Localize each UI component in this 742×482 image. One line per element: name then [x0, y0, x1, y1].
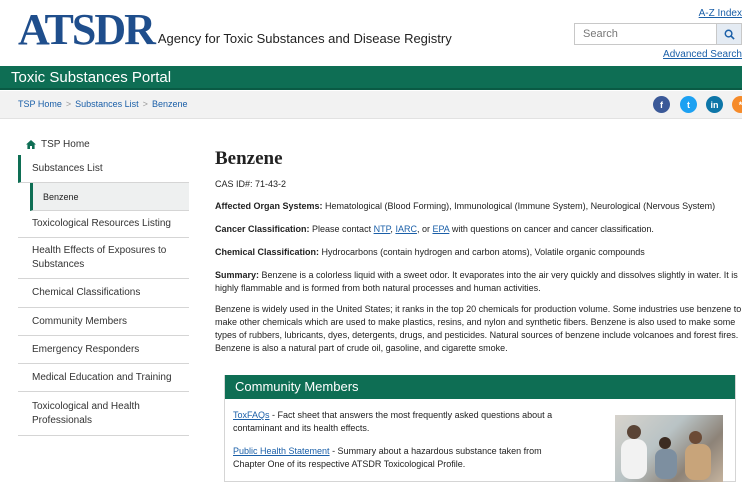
- card-title: Community Members: [225, 375, 735, 399]
- portal-title[interactable]: Toxic Substances Portal: [11, 69, 171, 86]
- photo-person: [685, 444, 711, 480]
- photo-person: [689, 431, 702, 444]
- page-title: Benzene: [215, 148, 283, 169]
- site-header: ATSDR Agency for Toxic Substances and Di…: [0, 0, 742, 66]
- sidebar-item-substances-list[interactable]: Substances List: [18, 155, 189, 183]
- breadcrumb: TSP Home > Substances List > Benzene: [18, 99, 187, 109]
- chem-label: Chemical Classification:: [215, 247, 320, 257]
- sidebar-home-label: TSP Home: [41, 138, 90, 150]
- toxfaqs-link[interactable]: ToxFAQs: [233, 410, 270, 420]
- cancer-classification: Cancer Classification: Please contact NT…: [215, 223, 742, 236]
- affected-text: Hematological (Blood Forming), Immunolog…: [322, 201, 716, 211]
- logo-text: Agency for Toxic Substances and Disease …: [157, 31, 452, 46]
- photo-person: [659, 437, 671, 449]
- cancer-text: with questions on cancer and cancer clas…: [449, 224, 654, 234]
- summary-text: Benzene is a colorless liquid with a swe…: [215, 270, 738, 293]
- cancer-label: Cancer Classification:: [215, 224, 310, 234]
- cancer-text: , or: [416, 224, 433, 234]
- sidebar-item-label: Toxicological and Health Professionals: [32, 400, 140, 426]
- photo-person: [655, 449, 677, 479]
- toxfaqs-text: - Fact sheet that answers the most frequ…: [233, 410, 553, 433]
- search-icon: [724, 29, 735, 40]
- summary: Summary: Benzene is a colorless liquid w…: [215, 269, 742, 295]
- chemical-classification: Chemical Classification: Hydrocarbons (c…: [215, 246, 742, 259]
- photo-person: [627, 425, 641, 439]
- sidebar-item-label: Benzene: [43, 191, 79, 202]
- portal-bar: Toxic Substances Portal: [0, 66, 742, 90]
- sidebar-item-health-effects[interactable]: Health Effects of Exposures to Substance…: [18, 238, 189, 279]
- sidebar-item-emergency-responders[interactable]: Emergency Responders: [18, 336, 189, 364]
- cancer-text: Please contact: [309, 224, 374, 234]
- sidebar-item-label: Health Effects of Exposures to Substance…: [32, 245, 167, 270]
- sidebar-item-label: Emergency Responders: [32, 343, 140, 355]
- atsdr-logo[interactable]: ATSDR Agency for Toxic Substances and Di…: [18, 8, 452, 52]
- sidebar-item-community-members[interactable]: Community Members: [18, 308, 189, 336]
- advanced-search-link[interactable]: Advanced Search: [663, 49, 742, 60]
- photo-person: [621, 439, 647, 479]
- sidebar-item-toxicological-resources[interactable]: Toxicological Resources Listing: [18, 211, 189, 238]
- sidebar-item-label: Community Members: [32, 315, 128, 327]
- breadcrumb-substances-list[interactable]: Substances List: [75, 99, 139, 109]
- public-health-statement-link[interactable]: Public Health Statement: [233, 446, 330, 456]
- twitter-icon[interactable]: t: [680, 96, 697, 113]
- breadcrumb-tsp-home[interactable]: TSP Home: [18, 99, 62, 109]
- breadcrumb-benzene[interactable]: Benzene: [152, 99, 188, 109]
- logo-mark: ATSDR: [18, 5, 156, 54]
- breadcrumb-separator: >: [65, 99, 72, 109]
- summary-label: Summary:: [215, 270, 260, 280]
- sidebar-item-label: Substances List: [32, 162, 103, 174]
- body-paragraph: Benzene is widely used in the United Sta…: [215, 304, 742, 353]
- affected-label: Affected Organ Systems:: [215, 201, 323, 211]
- iarc-link[interactable]: IARC: [395, 224, 417, 234]
- cas-id: CAS ID#: 71-43-2: [215, 179, 287, 189]
- affected-organ-systems: Affected Organ Systems: Hematological (B…: [215, 200, 742, 213]
- search-input[interactable]: Search: [574, 23, 717, 45]
- az-index-link[interactable]: A-Z Index: [699, 8, 742, 19]
- sidebar-item-label: Toxicological Resources Listing: [32, 218, 171, 229]
- linkedin-icon[interactable]: in: [706, 96, 723, 113]
- sidebar-item-chemical-classifications[interactable]: Chemical Classifications: [18, 279, 189, 308]
- sidebar-item-medical-education[interactable]: Medical Education and Training: [18, 364, 189, 392]
- phs-item: Public Health Statement - Summary about …: [233, 445, 573, 471]
- sidebar-item-label: Chemical Classifications: [32, 287, 141, 298]
- toxfaqs-item: ToxFAQs - Fact sheet that answers the mo…: [233, 409, 573, 435]
- main-content: Benzene CAS ID#: 71-43-2 Affected Organ …: [215, 140, 742, 355]
- sidebar-nav: TSP Home Substances List Benzene Toxicol…: [18, 127, 189, 436]
- syndicate-icon[interactable]: *: [732, 96, 742, 113]
- community-photo: [615, 415, 723, 482]
- facebook-icon[interactable]: f: [653, 96, 670, 113]
- breadcrumb-separator: >: [142, 99, 148, 109]
- sidebar-tsp-home[interactable]: TSP Home: [18, 127, 189, 153]
- sidebar-item-label: Medical Education and Training: [32, 371, 172, 383]
- search-button[interactable]: [717, 23, 742, 45]
- chem-text: Hydrocarbons (contain hydrogen and carbo…: [319, 247, 645, 257]
- sidebar-item-toxicological-health-professionals[interactable]: Toxicological and Health Professionals: [18, 392, 189, 436]
- breadcrumb-bar: TSP Home > Substances List > Benzene f t in …: [0, 91, 742, 119]
- home-icon: [26, 139, 36, 149]
- epa-link[interactable]: EPA: [432, 224, 449, 234]
- sidebar-item-benzene[interactable]: Benzene: [30, 183, 189, 211]
- ntp-link[interactable]: NTP: [374, 224, 391, 234]
- community-members-card: Community Members ToxFAQs - Fact sheet t…: [224, 375, 736, 482]
